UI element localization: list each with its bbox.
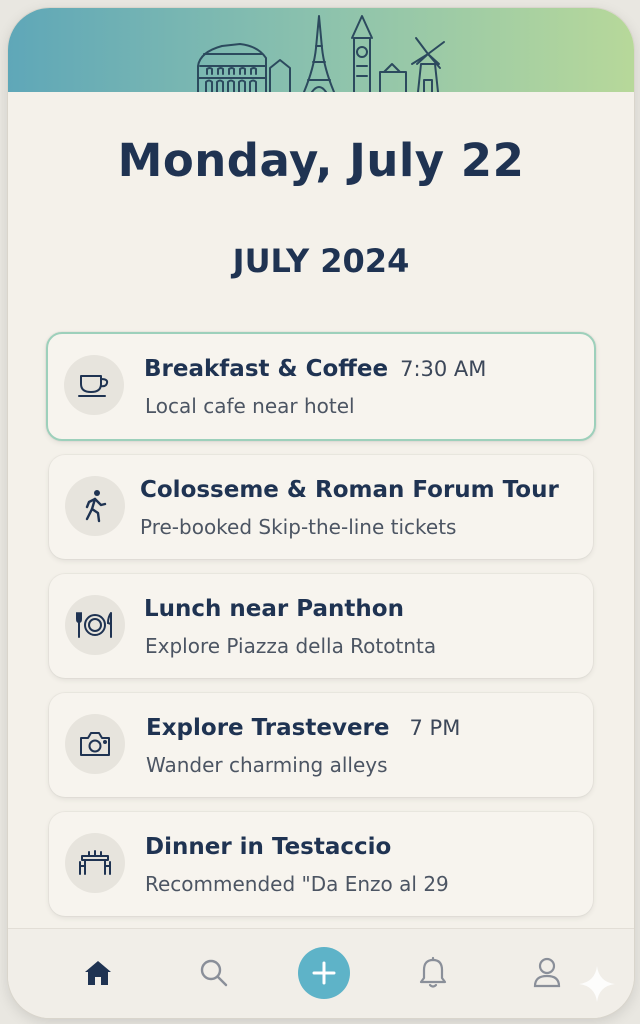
search-icon[interactable] <box>192 951 236 995</box>
profile-icon[interactable] <box>525 951 569 995</box>
item-subtitle: Pre-booked Skip-the-line tickets <box>140 515 457 539</box>
phone-screen: Monday, July 22 JULY 2024 Breakfast & Co… <box>8 8 634 1018</box>
itinerary-item-trastevere[interactable]: Explore Trastevere 7 PM Wander charming a… <box>49 693 593 797</box>
month-label: JULY 2024 <box>232 242 410 280</box>
plate-cutlery-icon <box>65 595 125 655</box>
restaurant-table-icon <box>65 833 125 893</box>
bell-icon[interactable] <box>411 951 455 995</box>
home-icon[interactable] <box>76 951 120 995</box>
item-title: Dinner in Testaccio <box>145 834 392 860</box>
landmarks-illustration <box>197 15 445 92</box>
item-subtitle: Explore Piazza della Rototnta <box>145 634 437 658</box>
header-banner <box>8 8 634 92</box>
sparkle-icon <box>579 966 615 1002</box>
itinerary-item-dinner[interactable]: Dinner in Testaccio Recommended "Da Enzo… <box>49 812 593 916</box>
item-title: Colosseme & Roman Forum Tour <box>140 477 559 503</box>
bottom-nav <box>8 928 634 1018</box>
camera-icon <box>65 714 125 774</box>
itinerary-item-colosseum-tour[interactable]: Colosseme & Roman Forum Tour Pre-booked … <box>49 455 593 559</box>
item-title: Lunch near Panthon <box>144 596 404 622</box>
add-button[interactable] <box>298 947 350 999</box>
itinerary-item-lunch[interactable]: Lunch near Panthon Explore Piazza della … <box>49 574 593 678</box>
item-time: 7 PM <box>409 716 461 740</box>
walking-person-icon <box>65 476 125 536</box>
item-subtitle: Wander charming alleys <box>146 753 388 777</box>
item-title: Breakfast & Coffee 7:30 AM <box>144 356 487 382</box>
itinerary-item-breakfast[interactable]: Breakfast & Coffee 7:30 AM Local cafe nea… <box>46 332 596 441</box>
coffee-cup-icon <box>64 355 124 415</box>
item-subtitle: Local cafe near hotel <box>145 394 355 418</box>
item-subtitle: Recommended "Da Enzo al 29 <box>145 872 449 896</box>
item-title: Explore Trastevere 7 PM <box>146 715 461 741</box>
page-title: Monday, July 22 <box>117 134 525 187</box>
add-icon <box>312 961 336 985</box>
item-time: 7:30 AM <box>400 357 487 381</box>
